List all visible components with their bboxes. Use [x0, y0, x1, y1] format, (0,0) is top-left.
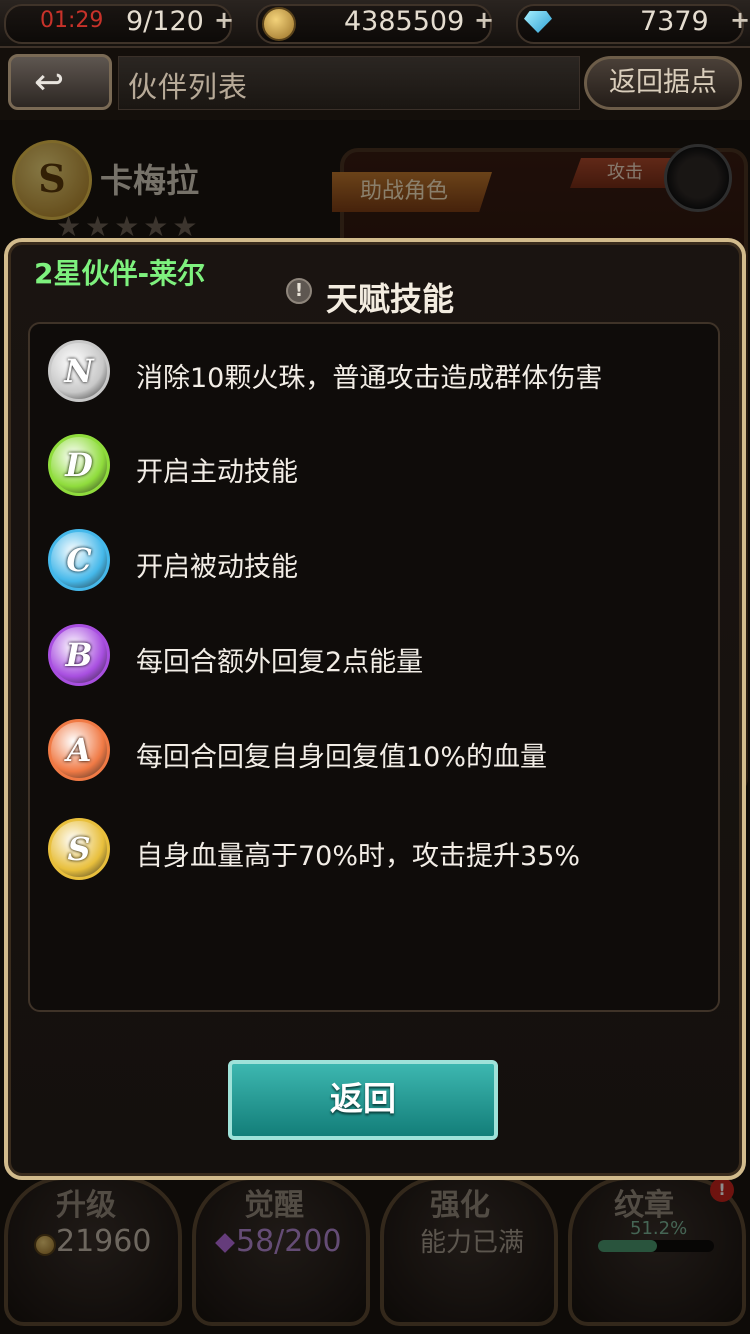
gold-value: 4385509 — [344, 6, 465, 37]
n-grade-icon: N — [48, 340, 110, 402]
coin-icon — [262, 7, 296, 41]
dialog-title: 天赋技能 — [326, 280, 455, 318]
gem-value: 7379 — [640, 6, 709, 37]
partner-label: 2星伙伴-莱尔 — [34, 257, 206, 290]
skill-description: 开启主动技能 — [136, 457, 298, 488]
clock: 01:29 — [40, 8, 104, 33]
stamina-value: 9/120 — [126, 6, 204, 37]
a-grade-icon: A — [48, 719, 110, 781]
skill-row: D 开启主动技能 — [40, 430, 700, 510]
d-grade-icon: D — [48, 434, 110, 496]
info-icon: ! — [286, 278, 312, 304]
skill-description: 自身血量高于70%时，攻击提升35% — [136, 841, 581, 872]
add-gem-icon[interactable]: + — [730, 6, 750, 34]
return-base-button[interactable]: 返回据点 — [584, 56, 742, 110]
skill-description: 开启被动技能 — [136, 552, 298, 583]
skill-description: 每回合额外回复2点能量 — [136, 647, 424, 678]
s-grade-icon: S — [48, 818, 110, 880]
skill-row: N 消除10颗火珠，普通攻击造成群体伤害 — [40, 336, 700, 416]
return-button[interactable]: 返回 — [228, 1060, 498, 1140]
b-grade-icon: B — [48, 624, 110, 686]
skill-row: A 每回合回复自身回复值10%的血量 — [40, 715, 700, 795]
add-gold-icon[interactable]: + — [474, 6, 494, 34]
gem-pill — [516, 4, 744, 44]
add-stamina-icon[interactable]: + — [214, 6, 234, 34]
skill-row: B 每回合额外回复2点能量 — [40, 620, 700, 700]
c-grade-icon: C — [48, 529, 110, 591]
page-title: 伙伴列表 — [128, 70, 249, 104]
back-arrow-icon[interactable]: ↩ — [34, 62, 64, 103]
skill-description: 消除10颗火珠，普通攻击造成群体伤害 — [136, 363, 603, 394]
skill-row: S 自身血量高于70%时，攻击提升35% — [40, 814, 700, 894]
skill-row: C 开启被动技能 — [40, 525, 700, 605]
skill-description: 每回合回复自身回复值10%的血量 — [136, 742, 548, 773]
